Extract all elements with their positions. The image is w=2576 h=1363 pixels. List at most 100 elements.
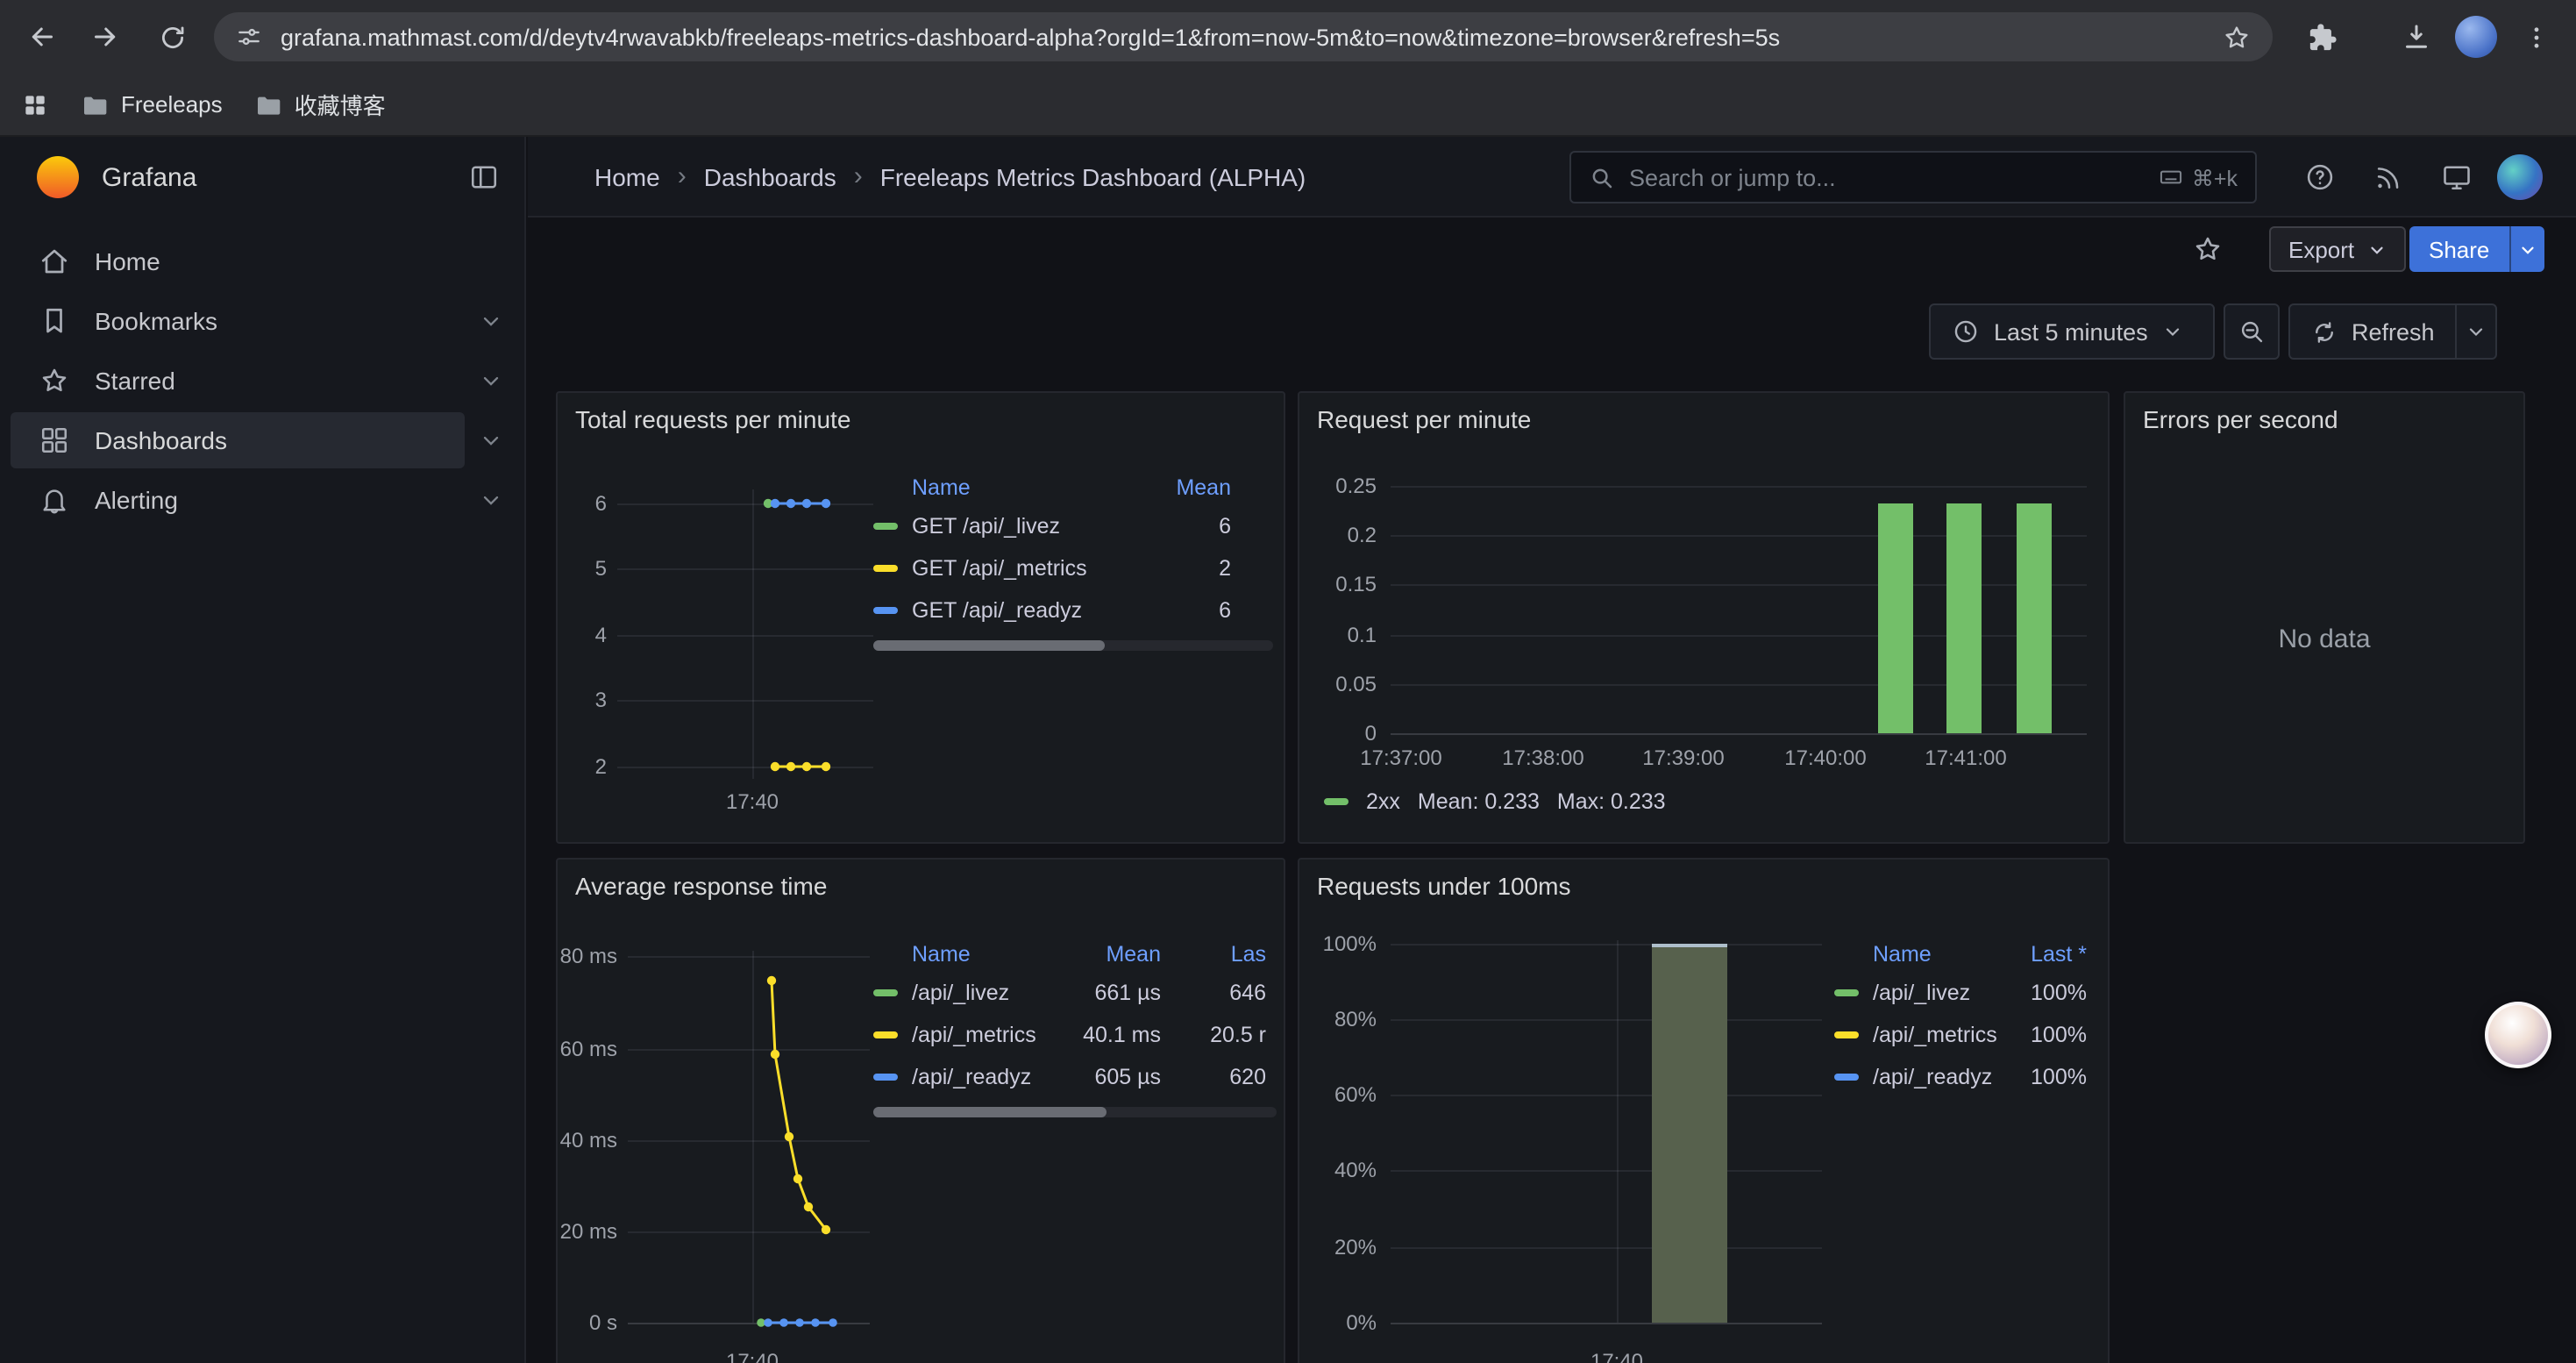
news-button[interactable] [2362, 153, 2411, 202]
legend-series-name[interactable]: /api/_livez [912, 981, 1070, 1005]
share-dropdown-button[interactable] [2508, 226, 2544, 272]
legend-series-name[interactable]: /api/_readyz [1873, 1065, 2010, 1089]
legend-row[interactable]: GET /api/_livez 6 [873, 505, 1273, 547]
y-axis-tick: 0.05 [1313, 672, 1377, 696]
legend-series-name[interactable]: /api/_readyz [912, 1065, 1070, 1089]
panel-title[interactable]: Total requests per minute [575, 405, 850, 433]
apps-button[interactable] [21, 90, 49, 118]
legend-row[interactable]: /api/_livez 100% [1834, 972, 2094, 1014]
bookmark-star-icon[interactable] [2222, 22, 2252, 52]
gridline [1391, 584, 2087, 586]
legend-series-name[interactable]: GET /api/_livez [912, 514, 1105, 539]
favorite-star-button[interactable] [2183, 225, 2232, 274]
browser-menu-button[interactable] [2511, 12, 2560, 61]
refresh-interval-dropdown[interactable] [2458, 305, 2496, 358]
sidebar-item-bookmarks[interactable]: Bookmarks [0, 291, 524, 351]
monitor-icon [2441, 161, 2473, 193]
breadcrumb-dashboards[interactable]: Dashboards [704, 162, 836, 190]
legend-scrollbar[interactable] [873, 640, 1273, 651]
chevron-down-icon[interactable] [479, 428, 503, 453]
gridline [1391, 535, 2087, 537]
bell-icon [39, 484, 70, 516]
grafana-logo[interactable] [35, 154, 81, 200]
downloads-button[interactable] [2392, 12, 2441, 61]
y-axis-tick: 0 [1313, 721, 1377, 746]
extensions-button[interactable] [2297, 12, 2346, 61]
sidebar-collapse-button[interactable] [468, 161, 500, 193]
chevron-down-icon[interactable] [479, 488, 503, 512]
share-button[interactable]: Share [2409, 226, 2508, 272]
legend-scrollbar-thumb[interactable] [873, 640, 1105, 651]
series-swatch [873, 523, 898, 530]
forward-button[interactable] [81, 12, 130, 61]
user-profile-button[interactable] [2495, 153, 2544, 202]
reload-button[interactable] [147, 12, 196, 61]
search-input[interactable]: Search or jump to... ⌘+k [1569, 151, 2257, 203]
breadcrumb-home[interactable]: Home [594, 162, 660, 190]
legend-series-name[interactable]: GET /api/_readyz [912, 598, 1105, 623]
legend-row[interactable]: /api/_readyz 605 µs 620 [873, 1056, 1277, 1098]
sidebar-nav: Home Bookmarks Starred Dashboards [0, 232, 524, 530]
sidebar-item-dashboards[interactable]: Dashboards [0, 410, 524, 470]
legend-series-name[interactable]: /api/_metrics [1873, 1023, 2010, 1047]
sidebar-item-alerting[interactable]: Alerting [0, 470, 524, 530]
chevron-down-icon [2162, 321, 2183, 342]
legend-header-name[interactable]: Name [1873, 942, 2010, 967]
sidebar-item-label: Home [95, 247, 160, 275]
export-button[interactable]: Export [2269, 226, 2405, 272]
legend-row[interactable]: 2xx Mean: 0.233 Max: 0.233 [1324, 789, 1666, 814]
keyboard-icon [2159, 165, 2183, 189]
assistant-avatar[interactable] [2485, 1002, 2551, 1068]
time-range-picker[interactable]: Last 5 minutes [1929, 303, 2215, 360]
zoom-out-button[interactable] [2224, 303, 2280, 360]
legend-row[interactable]: /api/_livez 661 µs 646 [873, 972, 1277, 1014]
bookmark-item-freeleaps[interactable]: Freeleaps [81, 90, 223, 118]
legend-row[interactable]: GET /api/_metrics 2 [873, 547, 1273, 589]
bookmark-item-blog-favorites[interactable]: 收藏博客 [254, 88, 386, 121]
folder-icon [254, 90, 282, 118]
legend-row[interactable]: /api/_readyz 100% [1834, 1056, 2094, 1098]
tv-mode-button[interactable] [2432, 153, 2481, 202]
download-icon [2401, 21, 2432, 53]
y-axis-tick: 60% [1303, 1082, 1377, 1107]
sidebar-item-starred[interactable]: Starred [0, 351, 524, 410]
legend-header-mean[interactable]: Mean [1105, 475, 1273, 500]
legend-header-name[interactable]: Name [912, 942, 1070, 967]
chevron-down-icon[interactable] [479, 368, 503, 393]
legend-last-value: 620 [1185, 1065, 1277, 1089]
back-icon [26, 21, 58, 53]
legend-row[interactable]: /api/_metrics 40.1 ms 20.5 r [873, 1014, 1277, 1056]
legend-series-name[interactable]: 2xx [1366, 789, 1400, 814]
legend-header-mean[interactable]: Mean [1070, 942, 1185, 967]
gridline [1391, 684, 2087, 686]
search-shortcut-badge: ⌘+k [2159, 164, 2238, 190]
gridline [1391, 1247, 1822, 1249]
browser-profile-button[interactable] [2451, 12, 2501, 61]
panel-title[interactable]: Errors per second [2143, 405, 2338, 433]
legend-series-name[interactable]: /api/_livez [1873, 981, 2010, 1005]
legend-series-name[interactable]: /api/_metrics [912, 1023, 1070, 1047]
refresh-button[interactable]: Refresh [2290, 305, 2456, 358]
apps-grid-icon [21, 90, 49, 118]
chevron-down-icon[interactable] [479, 309, 503, 333]
legend-scrollbar[interactable] [873, 1107, 1277, 1117]
legend-header-last[interactable]: Las [1185, 942, 1277, 967]
legend-row[interactable]: /api/_metrics 100% [1834, 1014, 2094, 1056]
back-button[interactable] [18, 12, 67, 61]
legend-row[interactable]: GET /api/_readyz 6 [873, 589, 1273, 632]
url-bar[interactable]: grafana.mathmast.com/d/deytv4rwavabkb/fr… [214, 12, 2273, 61]
legend-header-last[interactable]: Last * [2010, 942, 2094, 967]
legend-last-value: 20.5 r [1185, 1023, 1277, 1047]
sidebar-item-home[interactable]: Home [0, 232, 524, 291]
help-button[interactable] [2295, 153, 2345, 202]
panel-title[interactable]: Request per minute [1317, 405, 1531, 433]
grafana-app: Grafana Home Bookmarks Starred [0, 137, 2576, 1363]
legend-scrollbar-thumb[interactable] [873, 1107, 1107, 1117]
refresh-split-button: Refresh [2288, 303, 2498, 360]
panel-title[interactable]: Requests under 100ms [1317, 872, 1571, 900]
legend-series-name[interactable]: GET /api/_metrics [912, 556, 1105, 581]
chevron-down-icon [2366, 239, 2386, 259]
panel-title[interactable]: Average response time [575, 872, 827, 900]
site-info-icon[interactable] [235, 23, 263, 51]
legend-header-name[interactable]: Name [912, 475, 1105, 500]
